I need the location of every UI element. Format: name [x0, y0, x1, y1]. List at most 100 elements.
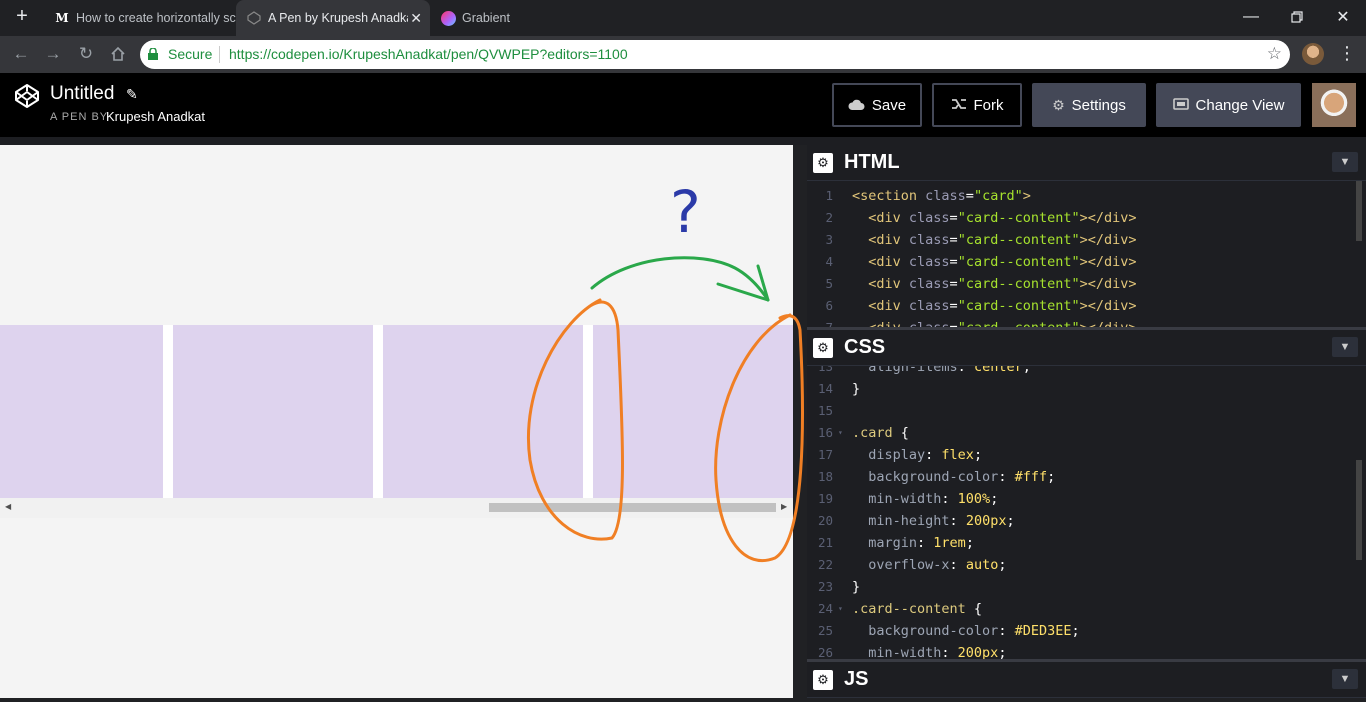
pen-by-label: A PEN BY — [50, 111, 109, 123]
css-editor-scrollbar[interactable] — [1356, 460, 1362, 560]
html-editor-scrollbar[interactable] — [1356, 181, 1362, 241]
browser-menu-icon[interactable]: ⋮ — [1338, 42, 1356, 64]
card-content — [593, 325, 793, 498]
code-text: min-width: 100%; — [852, 491, 999, 507]
line-number: 17 — [817, 447, 833, 462]
profile-avatar-icon[interactable] — [1302, 43, 1324, 65]
html-code-editor[interactable]: 1 <section class="card"> 2 <div class="car… — [807, 181, 1366, 327]
address-bar[interactable]: Secure https://codepen.io/KrupeshAnadkat… — [140, 40, 1290, 69]
scroll-left-arrow-icon[interactable]: ◀ — [5, 502, 11, 511]
line-number: 1 — [825, 188, 833, 203]
line-number: 16 — [817, 425, 833, 440]
fold-arrow-icon[interactable]: ▾ — [838, 422, 843, 444]
card-content — [173, 325, 373, 498]
code-text: <div class="card--content"></div> — [852, 317, 1136, 327]
css-settings-gear-icon[interactable]: ⚙ — [813, 338, 833, 358]
code-line[interactable]: 13 align-items: center; — [807, 366, 1366, 378]
code-text: overflow-x: auto; — [852, 557, 1007, 573]
new-tab-button[interactable]: + — [12, 6, 32, 26]
code-line[interactable]: 15 — [807, 400, 1366, 422]
code-line[interactable]: 24 ▾ .card--content { — [807, 598, 1366, 620]
edit-pencil-icon[interactable]: ✎ — [126, 86, 138, 103]
reload-icon[interactable]: ↻ — [75, 43, 97, 65]
code-line[interactable]: 2 <div class="card--content"></div> — [807, 207, 1366, 229]
js-editor-header: ⚙ JS ▼ — [807, 662, 1366, 698]
codepen-icon — [246, 10, 262, 26]
restore-icon[interactable] — [1274, 0, 1320, 34]
forward-icon[interactable]: → — [42, 43, 64, 65]
tab-title: How to create horizontally sc — [76, 11, 236, 25]
code-line[interactable]: 21 margin: 1rem; — [807, 532, 1366, 554]
code-text: <div class="card--content"></div> — [868, 298, 1137, 314]
url-text[interactable]: https://codepen.io/KrupeshAnadkat/pen/QV… — [229, 46, 628, 62]
css-editor-label: CSS — [844, 336, 886, 358]
code-line[interactable]: 1 <section class="card"> — [807, 185, 1366, 207]
bookmark-star-icon[interactable]: ☆ — [1267, 44, 1282, 64]
save-button[interactable]: Save — [832, 83, 922, 127]
css-code-editor[interactable]: 13 align-items: center; 14} 15 16 ▾ .card { 17… — [807, 366, 1366, 659]
code-line[interactable]: 19 min-width: 100%; — [807, 488, 1366, 510]
code-line[interactable]: 16 ▾ .card { — [807, 422, 1366, 444]
scrollbar-thumb[interactable] — [489, 503, 776, 512]
card-content — [383, 325, 583, 498]
back-icon[interactable]: ← — [10, 43, 32, 65]
code-text: display: flex; — [852, 447, 983, 463]
browser-toolbar: ← → ↻ Secure https://codepen.io/KrupeshA… — [0, 36, 1366, 73]
card-section[interactable]: ◀ ▶ — [0, 325, 793, 518]
line-number: 7 — [807, 317, 833, 327]
fork-button[interactable]: Fork — [932, 83, 1022, 127]
settings-label: Settings — [1071, 96, 1126, 114]
code-line[interactable]: 4 <div class="card--content"></div> — [807, 251, 1366, 273]
line-number: 21 — [817, 535, 833, 550]
home-icon[interactable] — [107, 43, 129, 65]
js-settings-gear-icon[interactable]: ⚙ — [813, 670, 833, 690]
code-line[interactable]: 23} — [807, 576, 1366, 598]
html-collapse-chevron-icon[interactable]: ▼ — [1332, 152, 1358, 172]
code-line[interactable]: 22 overflow-x: auto; — [807, 554, 1366, 576]
codepen-logo-icon[interactable] — [14, 83, 40, 109]
tab-codepen-active[interactable]: A Pen by Krupesh Anadkat ✕ — [236, 0, 430, 36]
code-line[interactable]: 5 <div class="card--content"></div> — [807, 273, 1366, 295]
code-line[interactable]: 26 min-width: 200px; — [807, 642, 1366, 659]
code-line[interactable]: 18 background-color: #fff; — [807, 466, 1366, 488]
change-view-label: Change View — [1195, 96, 1285, 114]
code-line[interactable]: 6 <div class="card--content"></div> — [807, 295, 1366, 317]
tab-grabient[interactable]: Grabient — [430, 0, 620, 36]
fold-arrow-icon[interactable]: ▾ — [838, 598, 843, 620]
pane-resizer[interactable] — [793, 145, 807, 698]
code-line[interactable]: 7 <div class="card--content"></div> — [807, 317, 1366, 327]
code-line[interactable]: 17 display: flex; — [807, 444, 1366, 466]
close-window-icon[interactable]: ✕ — [1320, 0, 1366, 34]
close-tab-icon[interactable]: ✕ — [410, 11, 422, 25]
pen-title[interactable]: Untitled — [50, 83, 114, 105]
code-line[interactable]: 25 background-color: #DED3EE; — [807, 620, 1366, 642]
html-settings-gear-icon[interactable]: ⚙ — [813, 153, 833, 173]
code-text: <section class="card"> — [852, 188, 1031, 204]
user-avatar[interactable] — [1312, 83, 1356, 127]
css-collapse-chevron-icon[interactable]: ▼ — [1332, 337, 1358, 357]
settings-button[interactable]: ⚙ Settings — [1032, 83, 1146, 127]
omnibox-divider — [219, 46, 220, 63]
change-view-button[interactable]: Change View — [1156, 83, 1301, 127]
line-number: 23 — [817, 579, 833, 594]
code-text: <div class="card--content"></div> — [868, 254, 1137, 270]
header-divider — [0, 137, 1366, 145]
line-number: 14 — [817, 381, 833, 396]
horizontal-scrollbar[interactable]: ◀ ▶ — [0, 498, 793, 518]
minimize-icon[interactable]: — — [1228, 0, 1274, 34]
code-line[interactable]: 3 <div class="card--content"></div> — [807, 229, 1366, 251]
code-text: min-width: 200px; — [852, 645, 1007, 659]
tab-medium-article[interactable]: M How to create horizontally sc — [44, 0, 236, 36]
code-line[interactable]: 20 min-height: 200px; — [807, 510, 1366, 532]
pen-author-link[interactable]: Krupesh Anadkat — [106, 109, 205, 124]
scroll-right-arrow-icon[interactable]: ▶ — [781, 502, 787, 511]
code-text: .card { — [852, 425, 909, 441]
gear-icon: ⚙ — [1052, 96, 1065, 113]
grabient-icon — [440, 10, 456, 26]
line-number: 26 — [817, 645, 833, 659]
code-text: background-color: #fff; — [852, 469, 1056, 485]
line-number: 6 — [825, 298, 833, 313]
js-collapse-chevron-icon[interactable]: ▼ — [1332, 669, 1358, 689]
code-line[interactable]: 14} — [807, 378, 1366, 400]
editor-column: ⚙ HTML ▼ 1 <section class="card"> 2 <div c… — [807, 145, 1366, 698]
